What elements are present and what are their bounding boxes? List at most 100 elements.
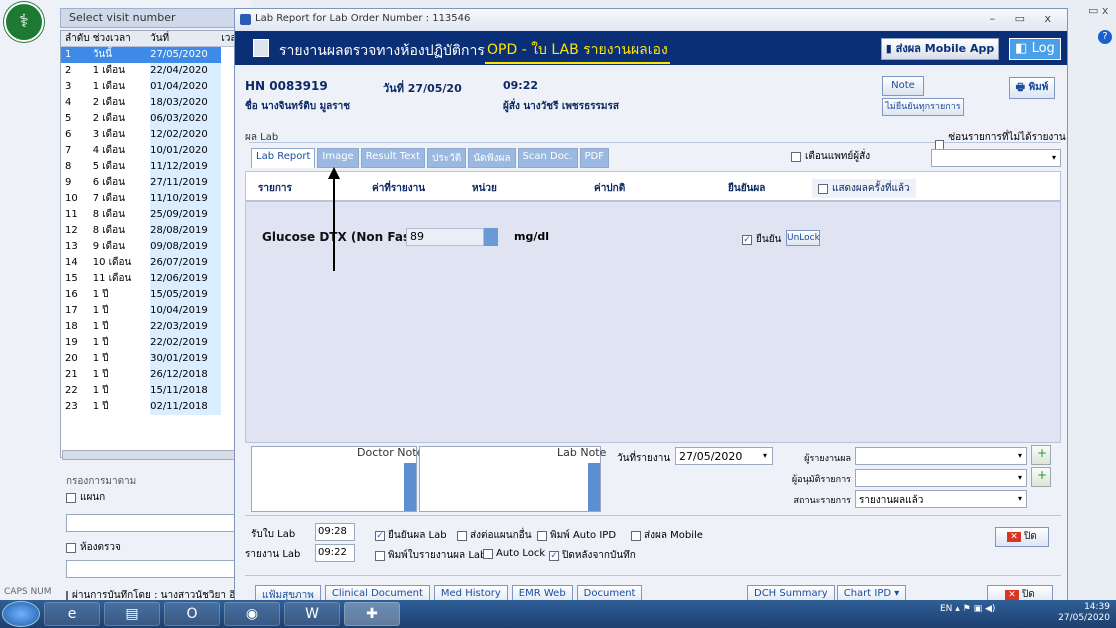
print-report-checkbox[interactable]: [375, 550, 385, 561]
approver-select[interactable]: ▾: [855, 469, 1027, 487]
opt-auto-ipd[interactable]: พิมพ์ Auto IPD: [537, 528, 616, 543]
lab-note-scrollbar[interactable]: [588, 463, 600, 511]
ie-icon[interactable]: e: [44, 602, 100, 626]
receive-lab-time[interactable]: 09:28: [315, 523, 355, 541]
notify-doctor-option[interactable]: เตือนแพทย์ผู้สั่ง: [791, 149, 870, 164]
tab-history[interactable]: ประวัติ: [427, 148, 467, 168]
test-confirm-checkbox[interactable]: ✓: [742, 234, 752, 245]
send-other-checkbox[interactable]: [457, 530, 467, 541]
visit-row[interactable]: 20 1 ปี 30/01/2019: [61, 351, 251, 367]
tab-scan-doc[interactable]: Scan Doc.: [517, 148, 578, 168]
outlook-icon[interactable]: O: [164, 602, 220, 626]
visit-row[interactable]: 9 6 เดือน 27/11/2019: [61, 175, 251, 191]
visit-row[interactable]: 21 1 ปี 26/12/2018: [61, 367, 251, 383]
print-button[interactable]: 🖶 พิมพ์: [1009, 77, 1055, 99]
chart-ipd-label: Chart IPD: [843, 588, 892, 599]
visit-table-scrollbar[interactable]: [62, 450, 252, 460]
visit-row[interactable]: 19 1 ปี 22/02/2019: [61, 335, 251, 351]
word-icon[interactable]: W: [284, 602, 340, 626]
visit-row[interactable]: 5 2 เดือน 06/03/2020: [61, 111, 251, 127]
clock[interactable]: 14:39 27/05/2020: [1054, 602, 1110, 624]
recorder-checkbox[interactable]: [66, 590, 68, 601]
visit-row[interactable]: 18 1 ปี 22/03/2019: [61, 319, 251, 335]
visit-row[interactable]: 22 1 ปี 15/11/2018: [61, 383, 251, 399]
reporter-select[interactable]: ▾: [855, 447, 1027, 465]
dept-checkbox[interactable]: [66, 492, 76, 503]
test-value-spinner[interactable]: [484, 228, 498, 246]
visit-row[interactable]: 3 1 เดือน 01/04/2020: [61, 79, 251, 95]
status-select[interactable]: รายงานผลแล้ว ▾: [855, 490, 1027, 508]
visit-row[interactable]: 1 วันนี้ 27/05/2020: [61, 47, 251, 63]
tab-pdf[interactable]: PDF: [579, 148, 609, 168]
show-previous-option[interactable]: แสดงผลครั้งที่แล้ว: [812, 179, 916, 198]
visit-row[interactable]: 23 1 ปี 02/11/2018: [61, 399, 251, 415]
note-button[interactable]: Note: [882, 76, 924, 96]
visit-table[interactable]: ลำดับ ช่วงเวลา วันที่ เวล 1 วันนี้ 27/05/2…: [60, 30, 252, 458]
outer-window-controls[interactable]: ▭ x: [1088, 4, 1108, 17]
room-filter[interactable]: ห้องตรวจ: [66, 540, 121, 555]
chrome-icon[interactable]: ◉: [224, 602, 280, 626]
room-input[interactable]: [66, 560, 252, 578]
visit-row[interactable]: 15 11 เดือน 12/06/2019: [61, 271, 251, 287]
visit-date: 01/04/2020: [150, 79, 222, 95]
add-reporter-button[interactable]: +: [1031, 445, 1051, 465]
report-lab-time[interactable]: 09:22: [315, 544, 355, 562]
visit-row[interactable]: 16 1 ปี 15/05/2019: [61, 287, 251, 303]
opt-close-after-save[interactable]: ✓ ปิดหลังจากบันทึก: [549, 548, 636, 563]
visit-period: 2 เดือน: [92, 97, 125, 108]
visit-row[interactable]: 6 3 เดือน 12/02/2020: [61, 127, 251, 143]
visit-row[interactable]: 2 1 เดือน 22/04/2020: [61, 63, 251, 79]
tab-image[interactable]: Image: [317, 148, 359, 168]
opt-send-mobile[interactable]: ส่งผล Mobile: [631, 528, 703, 543]
chevron-down-icon[interactable]: ▾: [763, 451, 767, 460]
no-confirm-all-button[interactable]: ไม่ยืนยันทุกรายการ: [882, 98, 964, 116]
test-value-input[interactable]: 89: [406, 228, 484, 246]
unlock-button[interactable]: UnLock: [786, 230, 820, 246]
room-checkbox[interactable]: [66, 542, 76, 553]
banner-opd-label: OPD - ใบ LAB รายงานผลเอง: [485, 38, 670, 64]
visit-row[interactable]: 7 4 เดือน 10/01/2020: [61, 143, 251, 159]
close-button[interactable]: ✕ ปิด: [995, 527, 1049, 547]
window-controls[interactable]: – ▭ x: [990, 12, 1059, 25]
add-approver-button[interactable]: +: [1031, 467, 1051, 487]
opt-auto-lock[interactable]: Auto Lock: [483, 548, 545, 559]
confirm-lab-checkbox[interactable]: ✓: [375, 530, 385, 541]
tab-result-text[interactable]: Result Text: [360, 148, 426, 168]
visit-row[interactable]: 10 7 เดือน 11/10/2019: [61, 191, 251, 207]
explorer-icon[interactable]: ▤: [104, 602, 160, 626]
language-indicator[interactable]: EN: [940, 604, 952, 614]
show-previous-checkbox[interactable]: [818, 183, 828, 194]
visit-row[interactable]: 13 9 เดือน 09/08/2019: [61, 239, 251, 255]
hosxp-icon[interactable]: ✚: [344, 602, 400, 626]
dept-filter[interactable]: แผนก: [66, 490, 105, 505]
status-label: สถานะรายการ: [793, 496, 851, 506]
report-date-input[interactable]: 27/05/2020: [675, 447, 773, 465]
notify-doctor-select[interactable]: ▾: [931, 149, 1061, 167]
close-after-checkbox[interactable]: ✓: [549, 550, 559, 561]
visit-row[interactable]: 17 1 ปี 10/04/2019: [61, 303, 251, 319]
notify-doctor-checkbox[interactable]: [791, 151, 801, 162]
visit-period: 1 ปี: [92, 385, 109, 396]
send-mobile-checkbox[interactable]: [631, 530, 641, 541]
opt-confirm-lab[interactable]: ✓ ยืนยันผล Lab: [375, 528, 447, 543]
visit-row[interactable]: 14 10 เดือน 26/07/2019: [61, 255, 251, 271]
opt-send-other[interactable]: ส่งต่อแผนกอื่น: [457, 528, 532, 543]
visit-row[interactable]: 12 8 เดือน 28/08/2019: [61, 223, 251, 239]
auto-ipd-checkbox[interactable]: [537, 530, 547, 541]
opt-print-report[interactable]: พิมพ์ใบรายงานผล Lab: [375, 548, 486, 563]
col-reported-value: ค่าที่รายงาน: [372, 183, 426, 194]
test-confirm-option[interactable]: ✓ ยืนยัน: [742, 232, 781, 247]
tab-appointment[interactable]: นัดฟังผล: [468, 148, 516, 168]
start-button[interactable]: [2, 601, 40, 627]
tab-lab-report[interactable]: Lab Report: [251, 148, 316, 168]
auto-lock-checkbox[interactable]: [483, 548, 493, 559]
send-mobile-app-button[interactable]: ▮ ส่งผล Mobile App: [881, 38, 999, 60]
help-icon[interactable]: ?: [1098, 30, 1112, 44]
visit-no: 11: [65, 209, 78, 220]
log-button[interactable]: ◧ Log: [1009, 38, 1061, 60]
visit-row[interactable]: 8 5 เดือน 11/12/2019: [61, 159, 251, 175]
visit-row[interactable]: 4 2 เดือน 18/03/2020: [61, 95, 251, 111]
visit-row[interactable]: 11 8 เดือน 25/09/2019: [61, 207, 251, 223]
dept-input[interactable]: [66, 514, 252, 532]
doctor-note-scrollbar[interactable]: [404, 463, 416, 511]
